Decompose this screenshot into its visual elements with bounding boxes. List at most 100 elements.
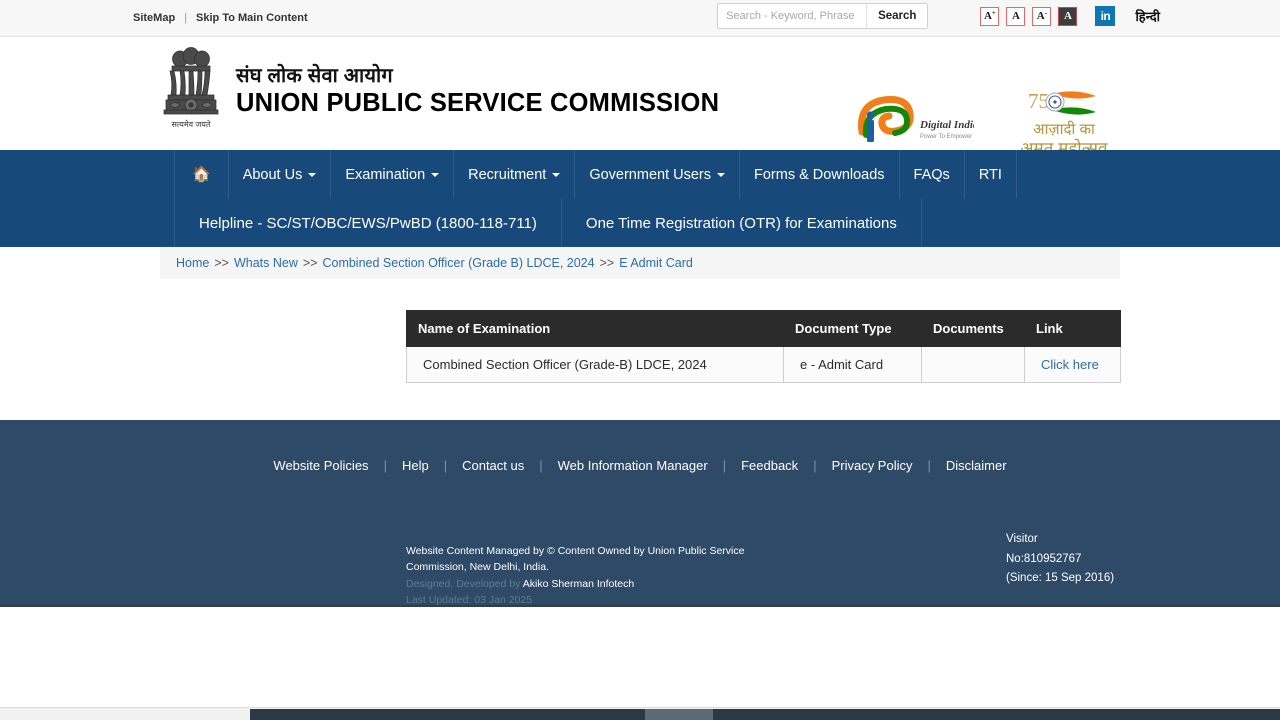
breadcrumb-separator: >> — [214, 256, 229, 270]
chevron-down-icon — [717, 172, 725, 177]
breadcrumb-item-home[interactable]: Home — [176, 256, 209, 270]
top-utility-bar: SiteMap | Skip To Main Content Search A+… — [0, 0, 1280, 37]
main-content: Name of Examination Document Type Docume… — [0, 279, 1280, 420]
table-row: Combined Section Officer (Grade-B) LDCE,… — [406, 346, 1121, 383]
footer-developer-name: Akiko Sherman Infotech — [522, 577, 635, 590]
cell-documents — [921, 346, 1025, 383]
accessibility-controls: A + A A- A — [980, 6, 1078, 26]
nav-label-rti: RTI — [978, 166, 1002, 183]
digital-india-tagline: Power To Empower — [920, 134, 972, 140]
footer-link-privacy-policy[interactable]: Privacy Policy — [817, 458, 928, 473]
masthead: सत्यमेव जयते संघ लोक सेवा आयोग UNION PUB… — [0, 37, 1280, 159]
page-root: SiteMap | Skip To Main Content Search A+… — [0, 0, 1280, 720]
footer-content-managed: Website Content Managed by © Content Own… — [406, 545, 745, 574]
nav-item-forms-downloads[interactable]: Forms & Downloads — [740, 150, 900, 199]
emblem-motto: सत्यमेव जयते — [172, 119, 211, 129]
sitemap-link[interactable]: SiteMap — [133, 12, 175, 24]
footer-designed-by: Designed, Developed by Akiko Sherman Inf… — [406, 576, 766, 592]
skip-to-main-content-link[interactable]: Skip To Main Content — [196, 12, 308, 24]
nav-item-examination[interactable]: Examination — [331, 150, 455, 199]
decrease-font-icon[interactable]: A- — [1032, 6, 1052, 26]
breadcrumb-item-whats-new[interactable]: Whats New — [234, 256, 298, 270]
digital-india-logo-icon: Digital India Power To Empower — [857, 96, 974, 142]
column-header-document-type: Document Type — [783, 310, 922, 347]
chevron-down-icon — [431, 172, 440, 177]
search-input[interactable] — [718, 4, 867, 28]
site-footer: Website Policies | Help | Contact us | W… — [0, 420, 1280, 607]
topbar-left-links: SiteMap | Skip To Main Content — [133, 12, 308, 24]
footer-link-list: Website Policies | Help | Contact us | W… — [0, 420, 1280, 473]
footer-link-disclaimer[interactable]: Disclaimer — [931, 458, 1022, 473]
cell-link: Click here — [1024, 346, 1121, 383]
visitor-counter: Visitor No:810952767 (Since: 15 Sep 2016… — [1006, 530, 1114, 589]
decrease-font-letter: A — [1036, 9, 1045, 22]
increase-font-icon[interactable]: A + — [980, 6, 1000, 26]
visitor-label: Visitor — [1006, 533, 1038, 545]
horizontal-scrollbar-thumb[interactable] — [250, 709, 1280, 720]
documents-table: Name of Examination Document Type Docume… — [406, 310, 1121, 383]
hindi-language-link[interactable]: हिन्दी — [1135, 7, 1160, 25]
nav-primary-row: 🏠 About Us Examination Recruitment Gover… — [174, 150, 1280, 199]
decrease-font-sup: - — [1044, 8, 1048, 17]
topbar-separator: | — [184, 12, 188, 24]
nav-item-otr[interactable]: One Time Registration (OTR) for Examinat… — [562, 199, 922, 247]
nav-item-helpline[interactable]: Helpline - SC/ST/OBC/EWS/PwBD (1800-118-… — [174, 199, 562, 247]
cell-name-of-examination: Combined Section Officer (Grade-B) LDCE,… — [406, 346, 784, 383]
column-header-documents: Documents — [921, 310, 1025, 347]
breadcrumb-separator: >> — [599, 256, 615, 270]
breadcrumb-item-e-admit-card[interactable]: E Admit Card — [619, 256, 693, 270]
footer-designed-prefix: Designed, Developed by — [406, 577, 523, 590]
nav-secondary-row: Helpline - SC/ST/OBC/EWS/PwBD (1800-118-… — [174, 199, 1280, 247]
brand-block[interactable]: सत्यमेव जयते संघ लोक सेवा आयोग UNION PUB… — [160, 45, 719, 137]
below-fold-whitespace — [0, 607, 1280, 695]
footer-link-feedback[interactable]: Feedback — [726, 458, 813, 473]
horizontal-scrollbar[interactable] — [0, 707, 1280, 720]
footer-link-website-policies[interactable]: Website Policies — [258, 458, 383, 473]
column-header-link: Link — [1024, 310, 1121, 347]
high-contrast-letter: A — [1063, 9, 1072, 22]
topbar-right-tools: Search A+ A A- A in हिन्दी — [717, 3, 1160, 29]
nav-item-recruitment[interactable]: Recruitment — [454, 150, 576, 199]
visitor-count: No:810952767 — [1006, 552, 1082, 565]
footer-link-web-information-manager[interactable]: Web Information Manager — [543, 458, 723, 473]
breadcrumb: Home >> Whats New >> Combined Section Of… — [160, 247, 1120, 279]
brand-text: संघ लोक सेवा आयोग UNION PUBLIC SERVICE C… — [236, 65, 719, 118]
linkedin-icon[interactable]: in — [1095, 6, 1116, 26]
search-button[interactable]: Search — [866, 4, 928, 28]
breadcrumb-separator: >> — [302, 256, 318, 270]
normal-font-letter: A — [1011, 9, 1020, 22]
cell-document-type: e - Admit Card — [783, 346, 922, 383]
state-emblem-icon: सत्यमेव जयते — [163, 47, 219, 129]
click-here-link[interactable]: Click here — [1041, 357, 1099, 372]
main-navigation: 🏠 About Us Examination Recruitment Gover… — [0, 150, 1280, 247]
amrit-line1: आज़ादी का — [1033, 120, 1096, 138]
nav-item-rti[interactable]: RTI — [965, 150, 1017, 199]
documents-table-head: Name of Examination Document Type Docume… — [406, 310, 1121, 347]
footer-content-block: Website Content Managed by © Content Own… — [406, 543, 766, 608]
nav-label-examination: Examination — [345, 166, 426, 183]
nav-item-government-users[interactable]: Government Users — [575, 150, 740, 199]
table-header-row: Name of Examination Document Type Docume… — [406, 310, 1121, 347]
normal-font-icon[interactable]: A — [1006, 6, 1026, 26]
increase-font-letter: A — [983, 9, 992, 22]
chevron-down-icon — [308, 172, 317, 177]
column-header-name-of-examination: Name of Examination — [406, 310, 784, 347]
nav-item-faqs[interactable]: FAQs — [900, 150, 965, 199]
nav-label-about-us: About Us — [242, 166, 303, 183]
nav-label-government-users: Government Users — [589, 166, 711, 183]
breadcrumb-item-exam[interactable]: Combined Section Officer (Grade B) LDCE,… — [322, 256, 594, 270]
footer-link-contact-us[interactable]: Contact us — [447, 458, 539, 473]
brand-title-hindi: संघ लोक सेवा आयोग — [236, 64, 393, 87]
documents-table-body: Combined Section Officer (Grade-B) LDCE,… — [406, 346, 1121, 383]
nav-home-button[interactable]: 🏠 — [174, 150, 229, 199]
high-contrast-icon[interactable]: A — [1058, 6, 1078, 26]
nav-item-about-us[interactable]: About Us — [229, 150, 332, 199]
scrollbar-thumb-highlight — [645, 709, 713, 720]
brand-title-english: UNION PUBLIC SERVICE COMMISSION — [236, 88, 720, 117]
footer-link-help[interactable]: Help — [387, 458, 444, 473]
search-box: Search — [717, 3, 929, 29]
visitor-since: (Since: 15 Sep 2016) — [1006, 572, 1115, 585]
chevron-down-icon — [552, 172, 561, 177]
footer-last-updated: Last Updated: 03 Jan 2025 — [406, 593, 533, 606]
increase-font-sup: + — [991, 8, 996, 17]
